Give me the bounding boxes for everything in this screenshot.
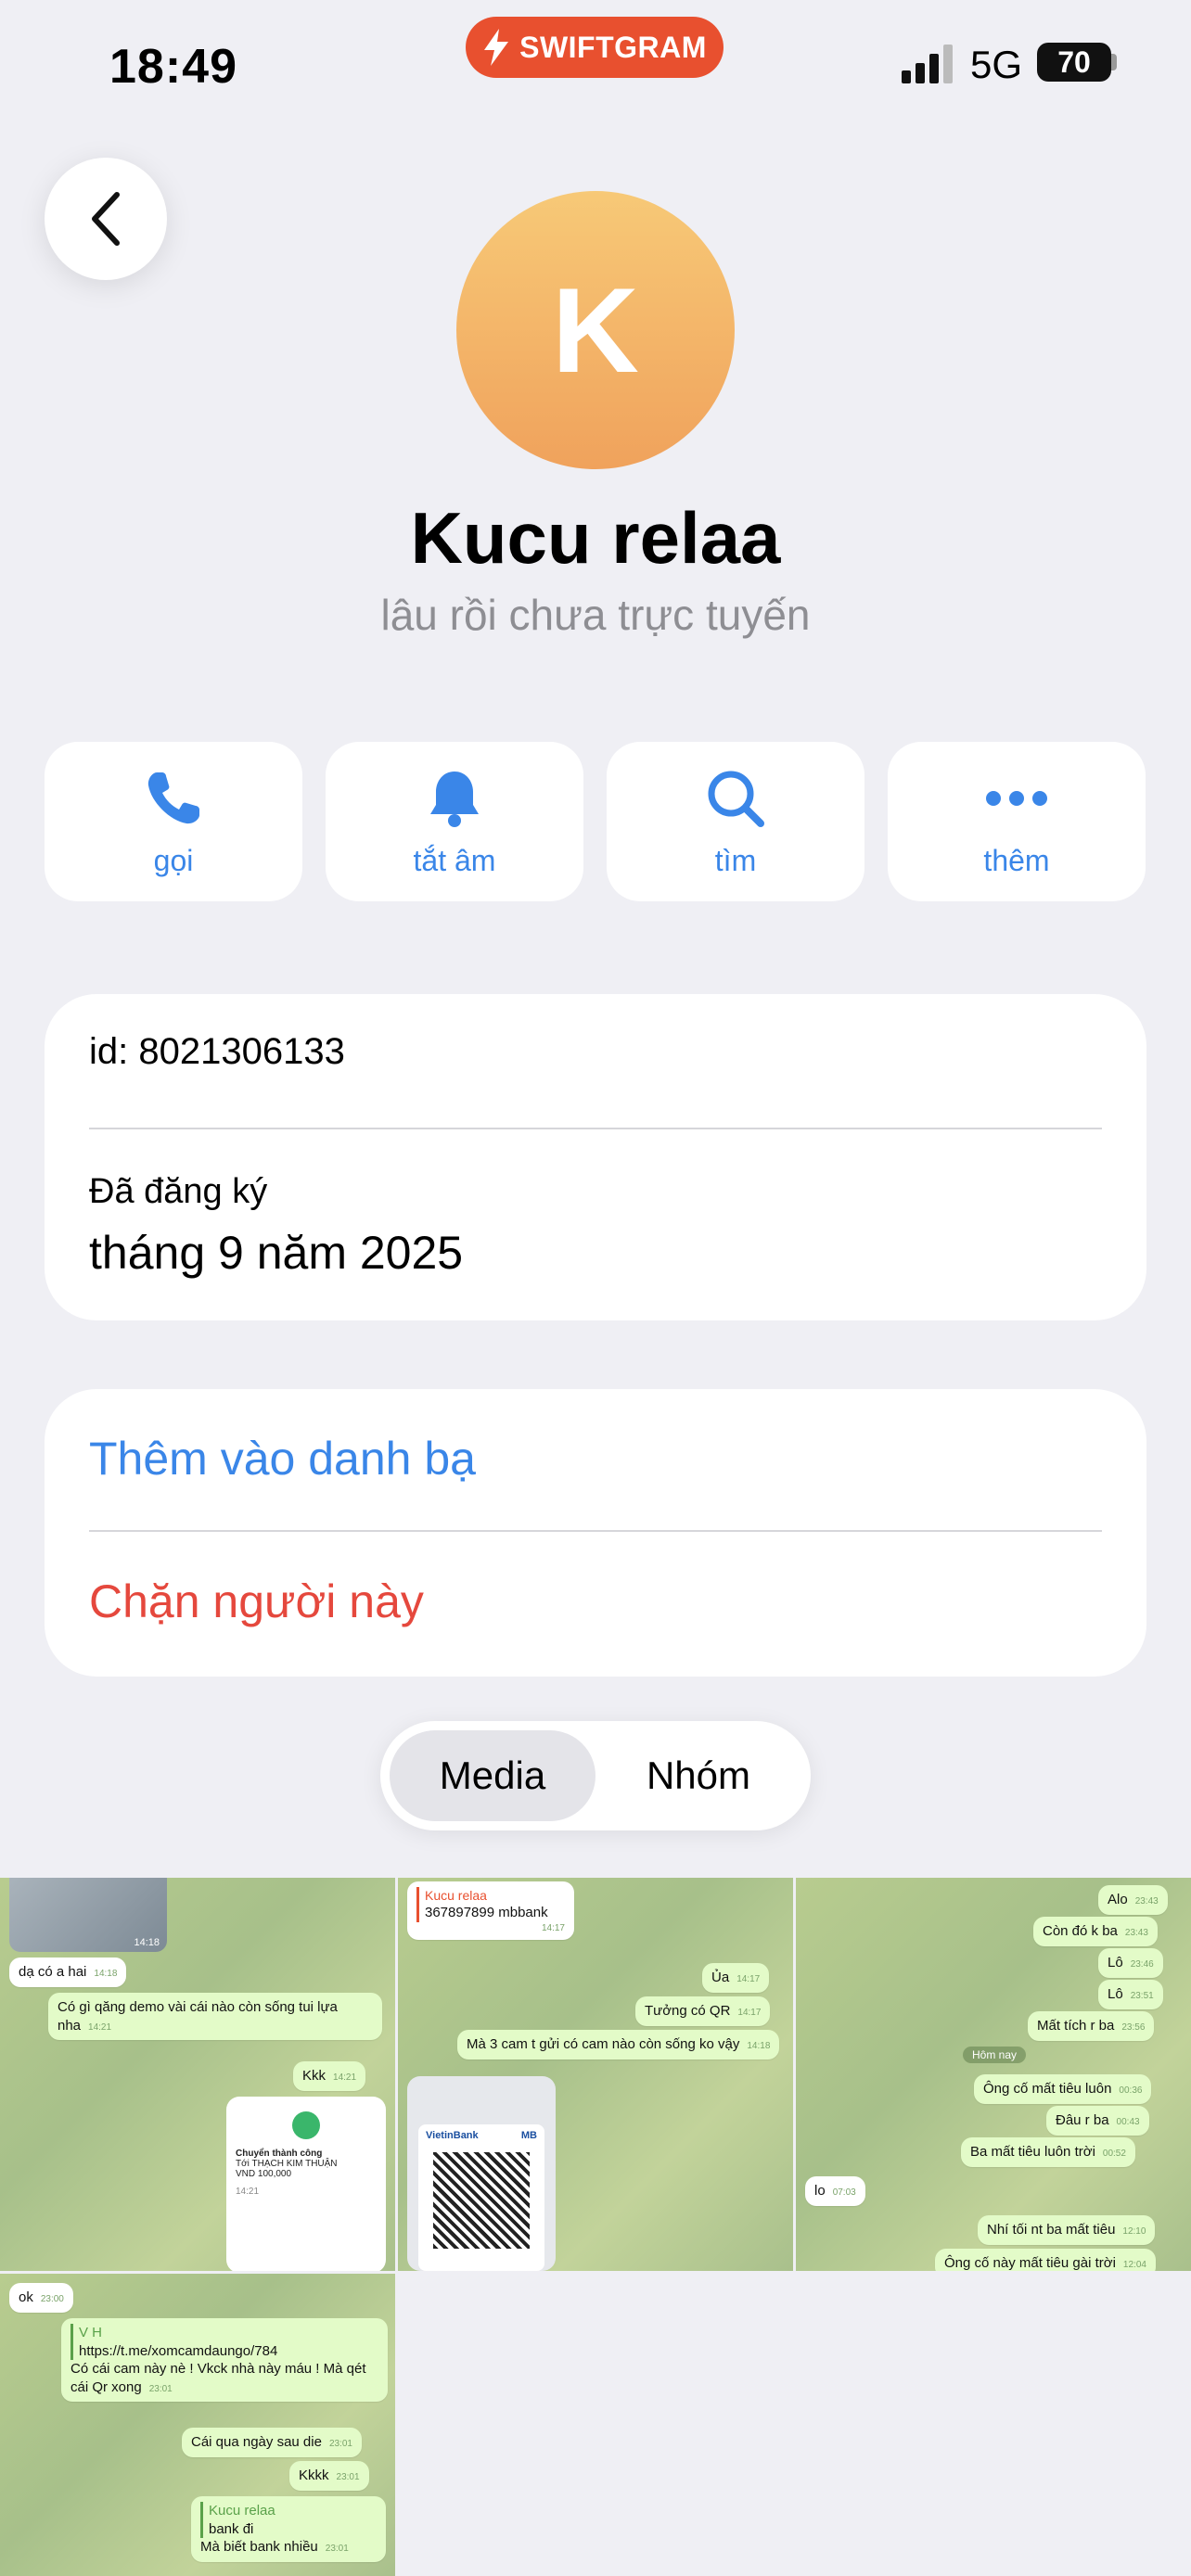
status-time: 18:49	[109, 40, 237, 94]
battery-indicator: 70	[1037, 43, 1111, 82]
message-bubble: Ông cố mất tiêu luôn 00:36	[974, 2074, 1152, 2104]
qr-screenshot: VietinBank MB	[407, 2076, 556, 2271]
mute-button[interactable]: tắt âm	[326, 742, 583, 901]
message-bubble: Lô 23:51	[1098, 1980, 1163, 2009]
message-bubble: Có gì qăng demo vài cái nào còn sống tui…	[48, 1993, 382, 2040]
info-card: id: 8021306133 Đã đăng ký tháng 9 năm 20…	[45, 994, 1146, 1320]
media-thumbnail[interactable]: 14:18 dạ có a hai 14:18 Có gì qăng demo v…	[0, 1878, 395, 2271]
chevron-left-icon	[92, 192, 120, 246]
registered-label: Đã đăng ký	[89, 1172, 268, 1211]
message-bubble: Còn đó k ba 23:43	[1033, 1917, 1158, 1946]
message-bubble: ok 23:00	[9, 2283, 73, 2313]
more-icon	[980, 766, 1054, 831]
reply-bubble: Kucu relaa 367897899 mbbank 14:17	[407, 1881, 574, 1940]
more-label: thêm	[983, 843, 1050, 877]
message-time: 14:18	[134, 1937, 160, 1948]
photo-preview: 14:18	[9, 1878, 167, 1952]
battery-cap	[1111, 54, 1117, 70]
contact-actions-card: Thêm vào danh bạ Chặn người này	[45, 1389, 1146, 1677]
message-bubble: Mà 3 cam t gửi có cam nào còn sống ko vậ…	[457, 2030, 780, 2060]
message-bubble: Kkk 14:21	[293, 2061, 366, 2091]
block-user-button[interactable]: Chặn người này	[89, 1575, 424, 1628]
message-bubble: Ông cố này mất tiêu gài trời 12:04	[935, 2249, 1156, 2271]
search-icon	[698, 766, 773, 831]
message-bubble: Cái qua ngày sau die 23:01	[182, 2428, 362, 2457]
mute-label: tắt âm	[413, 843, 496, 877]
tab-media[interactable]: Media	[390, 1730, 596, 1821]
avatar[interactable]: K	[456, 191, 735, 469]
network-label: 5G	[970, 43, 1023, 86]
add-contact-button[interactable]: Thêm vào danh bạ	[89, 1432, 476, 1486]
message-bubble: Lô 23:46	[1098, 1948, 1163, 1978]
phone-icon	[136, 766, 211, 831]
signal-icon	[902, 45, 953, 83]
bell-icon	[417, 766, 492, 831]
message-bubble: Mất tích r ba 23:56	[1028, 2011, 1155, 2041]
media-thumbnail[interactable]: Alo 23:43 Còn đó k ba 23:43 Lô 23:46 Lô 23:5…	[796, 1878, 1191, 2271]
receipt-title: Chuyển thành công	[236, 2149, 323, 2159]
date-separator: Hôm nay	[963, 2047, 1027, 2063]
divider	[89, 1128, 1102, 1129]
reply-message: Kucu relaa bank đi Mà biết bank nhiều 23:…	[191, 2496, 386, 2562]
divider	[89, 1530, 1102, 1532]
bank-name: VietinBank	[426, 2130, 479, 2141]
message-bubble: Alo 23:43	[1098, 1885, 1168, 1915]
message-bubble: Tưởng có QR 14:17	[635, 1996, 771, 2026]
bank-name: MB	[520, 2130, 537, 2141]
search-label: tìm	[714, 843, 757, 877]
call-label: gọi	[153, 843, 194, 877]
tab-groups[interactable]: Nhóm	[596, 1730, 801, 1821]
brand-label: SWIFTGRAM	[519, 30, 707, 64]
receipt-amount: VND 100,000	[236, 2169, 292, 2179]
bolt-icon	[484, 29, 509, 66]
media-thumbnail[interactable]: Kucu relaa 367897899 mbbank 14:17 Ủa 14:1…	[398, 1878, 793, 2271]
receipt-recipient: Tới THẠCH KIM THUẬN	[236, 2159, 338, 2169]
receipt-screenshot: Chuyển thành công Tới THẠCH KIM THUẬN VN…	[226, 2097, 386, 2271]
media-thumbnail[interactable]: ok 23:00 V H https://t.me/xomcamdaungo/78…	[0, 2274, 395, 2576]
registered-date: tháng 9 năm 2025	[89, 1227, 464, 1279]
message-bubble: Đâu r ba 00:43	[1046, 2106, 1149, 2136]
qr-code-icon	[433, 2152, 530, 2249]
media-tabs: Media Nhóm	[380, 1721, 811, 1830]
message-bubble: lo 07:03	[805, 2176, 865, 2206]
message-bubble: Ba mất tiêu luôn trời 00:52	[961, 2137, 1135, 2167]
call-button[interactable]: gọi	[45, 742, 302, 901]
back-button[interactable]	[45, 158, 167, 280]
user-id[interactable]: id: 8021306133	[89, 1031, 345, 1073]
search-button[interactable]: tìm	[607, 742, 864, 901]
presence-status: lâu rồi chưa trực tuyến	[380, 591, 811, 639]
swiftgram-badge: SWIFTGRAM	[466, 17, 724, 78]
message-bubble: Kkkk 23:01	[289, 2461, 369, 2491]
check-icon	[292, 2111, 320, 2139]
message-bubble: Nhí tối nt ba mất tiêu 12:10	[978, 2215, 1156, 2245]
more-button[interactable]: thêm	[888, 742, 1146, 901]
message-bubble: Ủa 14:17	[702, 1963, 770, 1993]
message-bubble: dạ có a hai 14:18	[9, 1958, 127, 1987]
receipt-time: 14:21	[236, 2187, 260, 2197]
profile-name: Kucu relaa	[410, 497, 781, 579]
forwarded-message: V H https://t.me/xomcamdaungo/784 Có cái…	[61, 2318, 388, 2402]
